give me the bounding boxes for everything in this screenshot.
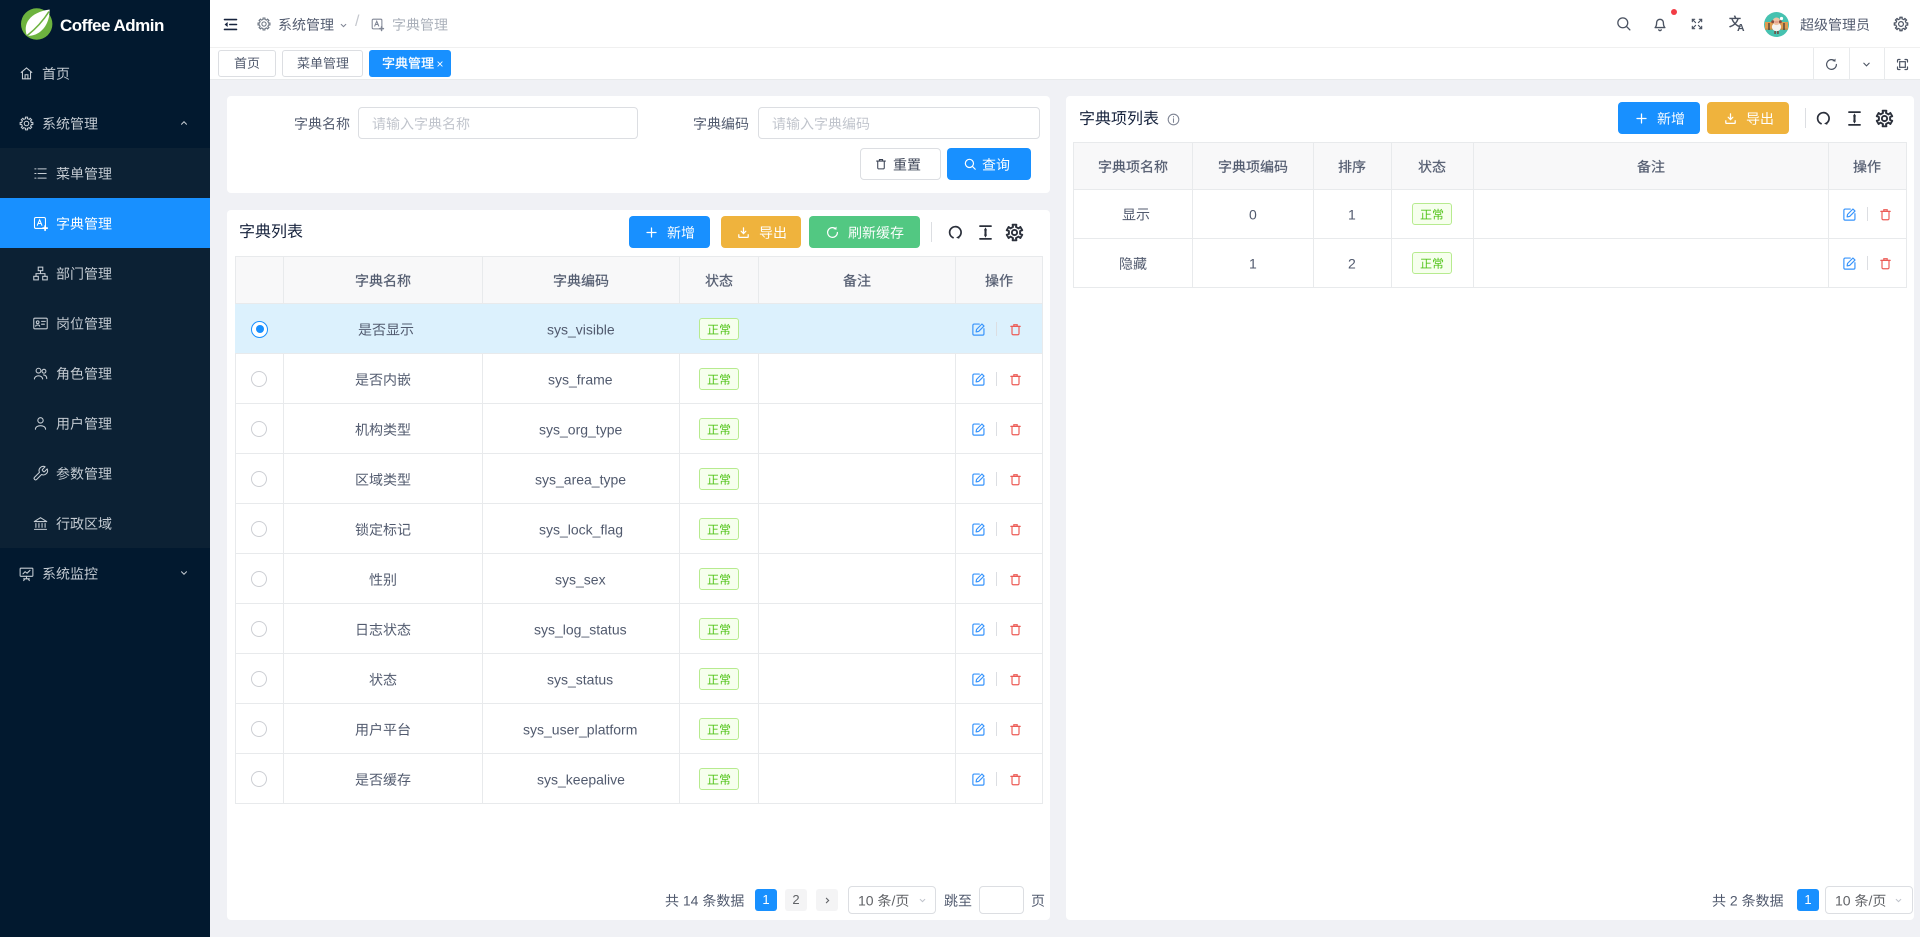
svg-text:sys_keepalive: sys_keepalive <box>537 771 625 787</box>
svg-text:0: 0 <box>1249 206 1257 222</box>
svg-text:/: / <box>892 892 896 908</box>
svg-text:14: 14 <box>683 892 699 908</box>
svg-text:sys_status: sys_status <box>547 671 613 687</box>
svg-text:sys_lock_flag: sys_lock_flag <box>539 521 623 537</box>
svg-text:/: / <box>1869 892 1873 908</box>
svg-text:sys_area_type: sys_area_type <box>535 471 626 487</box>
svg-text:sys_frame: sys_frame <box>548 371 613 387</box>
svg-text:1: 1 <box>1348 206 1356 222</box>
svg-text:sys_org_type: sys_org_type <box>539 421 622 437</box>
svg-text:sys_log_status: sys_log_status <box>534 621 627 637</box>
svg-text:2: 2 <box>1348 255 1356 271</box>
svg-text:sys_visible: sys_visible <box>547 321 615 337</box>
svg-text:2: 2 <box>1730 892 1738 908</box>
svg-text:sys_sex: sys_sex <box>555 571 606 587</box>
svg-text:10: 10 <box>1835 892 1851 908</box>
svg-text:示: 示 <box>1136 206 1150 222</box>
svg-text:10: 10 <box>858 892 874 908</box>
svg-text:sys_user_platform: sys_user_platform <box>523 721 637 737</box>
svg-text:1: 1 <box>1249 255 1257 271</box>
svg-text:示: 示 <box>400 321 414 337</box>
